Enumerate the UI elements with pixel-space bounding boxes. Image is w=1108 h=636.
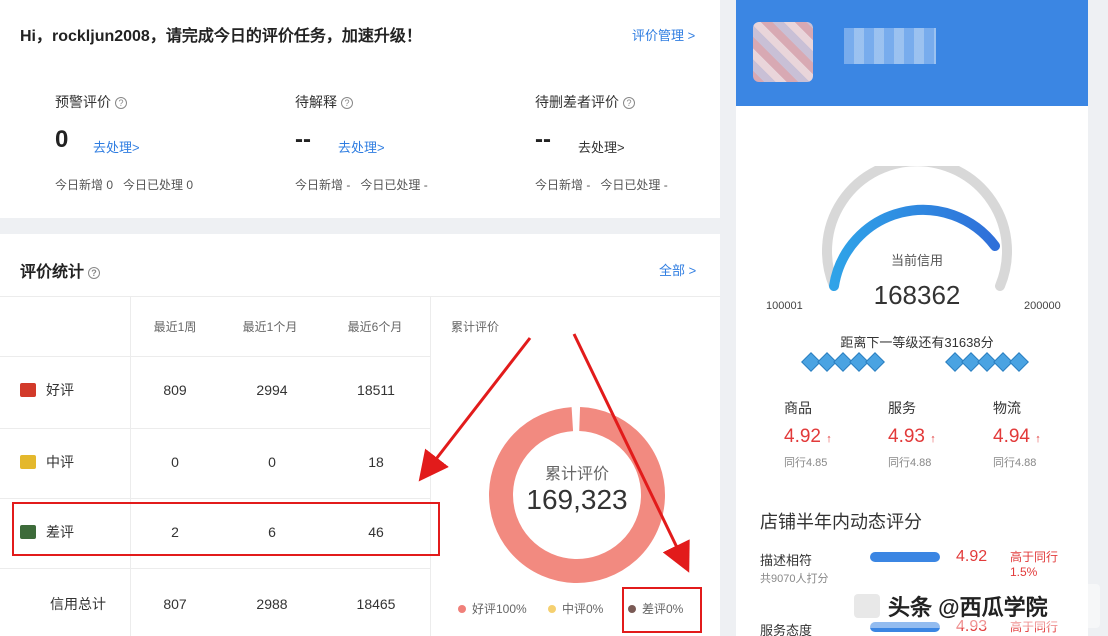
- watermark: 头条 @西瓜学院: [848, 584, 1100, 628]
- diamond-icon: [1009, 352, 1029, 372]
- arrow-to-negative-row: [418, 337, 532, 482]
- watermark-logo: [854, 594, 880, 618]
- dsr-bar: [870, 552, 940, 562]
- score-goods-value: 4.92 ↑: [784, 426, 832, 447]
- halfyear-dsr-title: 店铺半年内动态评分: [760, 512, 922, 532]
- next-level-text: 距离下一等级还有31638分: [840, 335, 994, 350]
- score-service-peer: 同行4.88: [888, 457, 932, 469]
- gauge-max: 200000: [1024, 300, 1061, 312]
- dsr-value: 4.92: [956, 548, 988, 565]
- dsr-label: 描述相符: [760, 553, 813, 568]
- score-goods: 商品 4.92 ↑ 同行4.85: [784, 398, 874, 470]
- arrow-to-negative-legend: [572, 333, 690, 573]
- profile-header: [736, 0, 1088, 106]
- score-service: 服务 4.93 ↑ 同行4.88: [888, 398, 978, 470]
- score-goods-label: 商品: [784, 400, 812, 416]
- score-service-value: 4.93 ↑: [888, 426, 936, 447]
- dsr-count: 共9070人打分: [760, 573, 829, 585]
- score-logistics: 物流 4.94 ↑ 同行4.88: [993, 398, 1083, 470]
- current-level-diamonds: [801, 352, 885, 372]
- diamond-icon: [865, 352, 885, 372]
- dsr-label: 服务态度: [760, 623, 813, 636]
- score-logistics-label: 物流: [993, 400, 1021, 416]
- score-goods-peer: 同行4.85: [784, 457, 828, 469]
- gauge-caption: 当前信用: [890, 253, 943, 268]
- score-logistics-peer: 同行4.88: [993, 457, 1037, 469]
- shop-name-blurred: [844, 28, 936, 64]
- dsr-compare: 高于同行 1.5%: [1010, 550, 1059, 579]
- score-service-label: 服务: [888, 400, 916, 416]
- next-level-diamonds: [945, 352, 1029, 372]
- gauge-progress: [829, 204, 1000, 291]
- gauge-min: 100001: [766, 300, 803, 312]
- shop-profile-panel: 当前信用 168362 100001 200000 距离下一等级还有31638分…: [736, 0, 1088, 636]
- score-logistics-value: 4.94 ↑: [993, 426, 1041, 447]
- watermark-text: 头条 @西瓜学院: [888, 595, 1048, 620]
- avatar[interactable]: [753, 22, 813, 82]
